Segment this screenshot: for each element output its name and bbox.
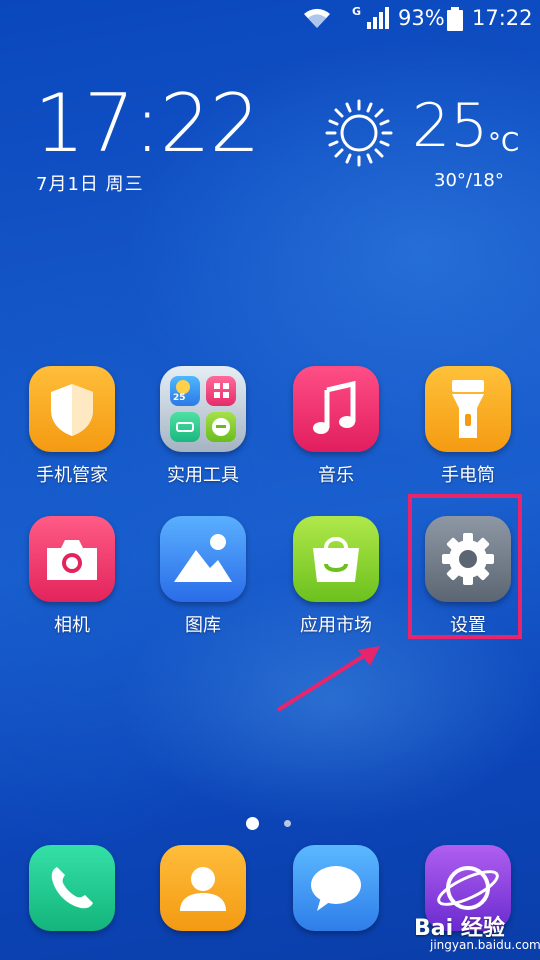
- temperature: 25: [412, 91, 489, 161]
- baidu-watermark: Bai 经验 jingyan.baidu.com: [414, 910, 540, 960]
- sync-icon: [206, 412, 236, 442]
- app-label: 音乐: [318, 465, 354, 486]
- shield-icon: [29, 366, 115, 452]
- app-label: 相机: [54, 615, 90, 636]
- battery-icon: [447, 7, 463, 31]
- recorder-icon: [170, 412, 200, 442]
- calculator-icon: [206, 376, 236, 406]
- messages-icon: [293, 845, 379, 931]
- dock-phone[interactable]: [17, 845, 127, 931]
- dock-contacts[interactable]: [148, 845, 258, 931]
- mini-weather-text: 25: [173, 393, 186, 403]
- status-time: 17:22: [472, 6, 533, 30]
- app-label: 手电筒: [441, 465, 495, 486]
- app-camera[interactable]: 相机: [17, 516, 127, 637]
- app-label: 手机管家: [36, 465, 108, 486]
- app-phone-manager[interactable]: 手机管家: [17, 366, 127, 487]
- camera-icon: [29, 516, 115, 602]
- app-folder-tools[interactable]: 25 实用工具: [148, 366, 258, 487]
- highlight-box: [408, 494, 522, 639]
- app-label: 图库: [185, 615, 221, 636]
- app-gallery[interactable]: 图库: [148, 516, 258, 637]
- shopping-bag-icon: [293, 516, 379, 602]
- sun-icon[interactable]: [324, 98, 394, 168]
- app-label: 实用工具: [167, 465, 239, 486]
- status-bar: G 93% 17:22: [0, 0, 540, 38]
- temperature-unit: °C: [488, 128, 520, 158]
- page-dot-active[interactable]: [246, 817, 259, 830]
- signal-icon: [367, 7, 389, 29]
- watermark-url: jingyan.baidu.com: [430, 938, 540, 952]
- music-note-icon: [293, 366, 379, 452]
- app-market[interactable]: 应用市场: [281, 516, 391, 637]
- contacts-icon: [160, 845, 246, 931]
- tools-folder-icon: 25: [160, 366, 246, 452]
- app-flashlight[interactable]: 手电筒: [413, 366, 523, 487]
- network-type-label: G: [352, 5, 362, 18]
- app-label: 应用市场: [300, 615, 372, 636]
- clock-date: 7月1日 周三: [36, 174, 144, 195]
- wifi-icon: [304, 8, 330, 28]
- dock-messages[interactable]: [281, 845, 391, 931]
- battery-percent: 93%: [398, 6, 445, 30]
- page-dot[interactable]: [284, 820, 291, 827]
- pointer-arrow: [276, 646, 380, 712]
- temperature-range: 30°/18°: [434, 170, 504, 191]
- clock-time[interactable]: 17:22: [34, 84, 261, 164]
- mini-weather-icon: 25: [170, 376, 200, 406]
- gallery-icon: [160, 516, 246, 602]
- flashlight-icon: [425, 366, 511, 452]
- app-music[interactable]: 音乐: [281, 366, 391, 487]
- phone-icon: [29, 845, 115, 931]
